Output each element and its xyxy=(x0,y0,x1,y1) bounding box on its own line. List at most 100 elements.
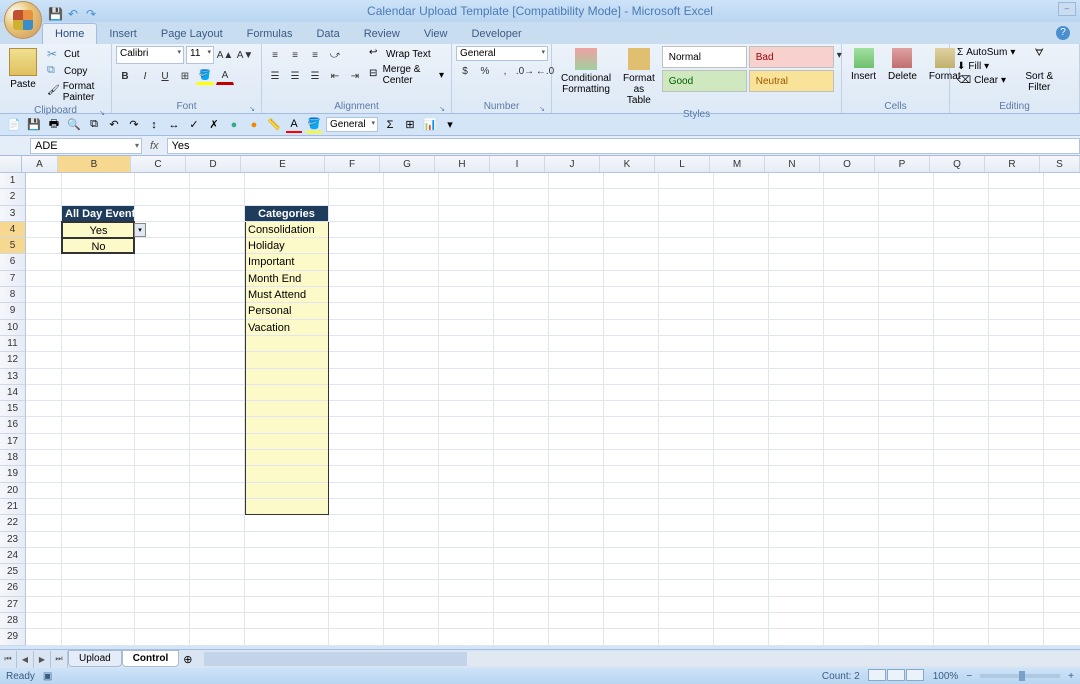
cell[interactable] xyxy=(384,450,439,466)
cell[interactable] xyxy=(384,434,439,450)
cell[interactable] xyxy=(329,352,384,368)
zoom-in-button[interactable]: + xyxy=(1068,671,1074,682)
cell[interactable] xyxy=(934,580,989,596)
cell[interactable] xyxy=(824,385,879,401)
tab-data[interactable]: Data xyxy=(304,24,351,44)
cell[interactable] xyxy=(989,222,1044,238)
row-header-22[interactable]: 22 xyxy=(0,515,26,531)
cell[interactable] xyxy=(26,434,62,450)
cell[interactable] xyxy=(659,434,714,450)
cell[interactable] xyxy=(989,303,1044,319)
cell[interactable] xyxy=(494,238,549,254)
cell[interactable] xyxy=(384,222,439,238)
cell[interactable] xyxy=(714,580,769,596)
percent-button[interactable]: % xyxy=(476,62,494,80)
cell[interactable] xyxy=(1044,369,1080,385)
row-header-15[interactable]: 15 xyxy=(0,401,26,417)
column-header-f[interactable]: F xyxy=(325,156,380,172)
cell[interactable] xyxy=(989,271,1044,287)
cell[interactable] xyxy=(135,466,190,482)
cell[interactable] xyxy=(934,434,989,450)
cell[interactable] xyxy=(245,580,329,596)
cell[interactable] xyxy=(439,434,494,450)
align-top-button[interactable]: ≡ xyxy=(266,46,284,64)
cell[interactable] xyxy=(329,254,384,270)
cells-area[interactable]: All Day EventCategoriesYesConsolidationN… xyxy=(26,173,1080,646)
qat-icon[interactable]: 🪣 xyxy=(306,117,322,133)
merge-center-button[interactable]: ⊟Merge & Center▾ xyxy=(366,63,447,87)
cell[interactable] xyxy=(439,417,494,433)
row-header-28[interactable]: 28 xyxy=(0,613,26,629)
cell[interactable] xyxy=(384,629,439,645)
cell[interactable] xyxy=(659,532,714,548)
cell[interactable] xyxy=(604,385,659,401)
cell[interactable] xyxy=(934,189,989,205)
cell[interactable] xyxy=(659,499,714,515)
column-header-j[interactable]: J xyxy=(545,156,600,172)
cell[interactable] xyxy=(26,580,62,596)
fill-color-button[interactable]: 🪣 xyxy=(196,67,214,85)
qat-format-select[interactable]: General xyxy=(326,117,378,132)
cell[interactable] xyxy=(135,450,190,466)
cell[interactable] xyxy=(494,173,549,189)
cell[interactable] xyxy=(604,466,659,482)
cell[interactable] xyxy=(494,352,549,368)
row-header-24[interactable]: 24 xyxy=(0,548,26,564)
cell[interactable] xyxy=(604,417,659,433)
cell[interactable] xyxy=(26,189,62,205)
cell[interactable] xyxy=(549,548,604,564)
cell[interactable] xyxy=(659,369,714,385)
row-header-12[interactable]: 12 xyxy=(0,352,26,368)
cell[interactable] xyxy=(604,629,659,645)
cell[interactable] xyxy=(549,401,604,417)
cell[interactable] xyxy=(769,303,824,319)
cell[interactable] xyxy=(1044,173,1080,189)
cell[interactable] xyxy=(549,287,604,303)
cell[interactable] xyxy=(439,613,494,629)
cell[interactable] xyxy=(604,320,659,336)
cell[interactable] xyxy=(549,352,604,368)
cell[interactable] xyxy=(62,515,135,531)
cell[interactable] xyxy=(824,548,879,564)
cell[interactable] xyxy=(934,287,989,303)
cell[interactable] xyxy=(190,287,245,303)
cell[interactable] xyxy=(879,564,934,580)
cell[interactable] xyxy=(26,401,62,417)
cell[interactable] xyxy=(989,320,1044,336)
cell[interactable] xyxy=(714,417,769,433)
align-right-button[interactable]: ☰ xyxy=(306,67,324,85)
grow-font-button[interactable]: A▲ xyxy=(216,46,234,64)
cell[interactable] xyxy=(769,320,824,336)
cell[interactable] xyxy=(714,434,769,450)
cell[interactable] xyxy=(135,532,190,548)
cell[interactable] xyxy=(659,613,714,629)
qat-icon[interactable]: ⊞ xyxy=(402,117,418,133)
cell[interactable] xyxy=(26,629,62,645)
cell[interactable] xyxy=(934,336,989,352)
cell[interactable] xyxy=(439,483,494,499)
column-header-r[interactable]: R xyxy=(985,156,1040,172)
cell[interactable] xyxy=(934,613,989,629)
cell[interactable] xyxy=(1044,189,1080,205)
cell[interactable] xyxy=(989,532,1044,548)
cell[interactable] xyxy=(989,613,1044,629)
cell[interactable] xyxy=(934,385,989,401)
cell[interactable] xyxy=(604,287,659,303)
cell[interactable] xyxy=(439,287,494,303)
cell[interactable] xyxy=(439,238,494,254)
cell[interactable] xyxy=(879,629,934,645)
cell[interactable] xyxy=(714,450,769,466)
cell[interactable] xyxy=(135,369,190,385)
row-header-3[interactable]: 3 xyxy=(0,206,26,222)
help-icon[interactable]: ? xyxy=(1056,26,1070,40)
cell[interactable] xyxy=(989,352,1044,368)
qat-icon[interactable]: Σ xyxy=(382,117,398,133)
cell[interactable] xyxy=(135,483,190,499)
cell[interactable] xyxy=(190,597,245,613)
macro-record-icon[interactable]: ▣ xyxy=(43,671,52,682)
conditional-formatting-button[interactable]: Conditional Formatting xyxy=(556,46,616,97)
cell[interactable] xyxy=(384,303,439,319)
cell[interactable] xyxy=(62,352,135,368)
cell[interactable] xyxy=(494,417,549,433)
cell[interactable] xyxy=(989,580,1044,596)
